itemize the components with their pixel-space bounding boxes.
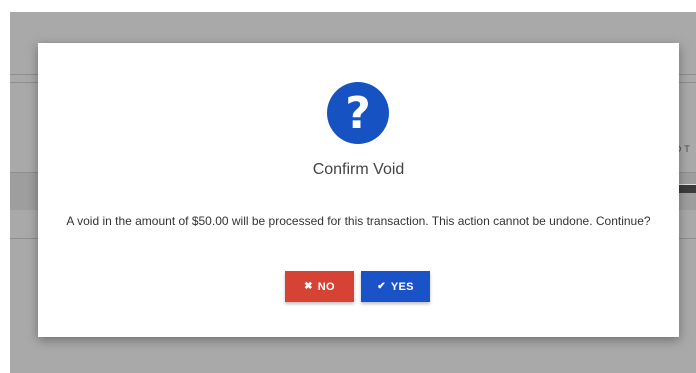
- dialog-message: A void in the amount of $50.00 will be p…: [66, 214, 651, 228]
- confirm-void-dialog: ? Confirm Void A void in the amount of $…: [38, 43, 679, 337]
- yes-button[interactable]: ✔ YES: [361, 271, 430, 302]
- no-button-label: NO: [317, 280, 335, 293]
- checkmark-icon: ✔: [377, 280, 386, 292]
- dialog-title: Confirm Void: [312, 161, 405, 178]
- question-circle-icon: ?: [326, 81, 390, 145]
- x-icon: ✖: [304, 280, 313, 292]
- no-button[interactable]: ✖ NO: [285, 271, 354, 302]
- question-mark-glyph: ?: [345, 88, 371, 139]
- yes-button-label: YES: [390, 280, 414, 293]
